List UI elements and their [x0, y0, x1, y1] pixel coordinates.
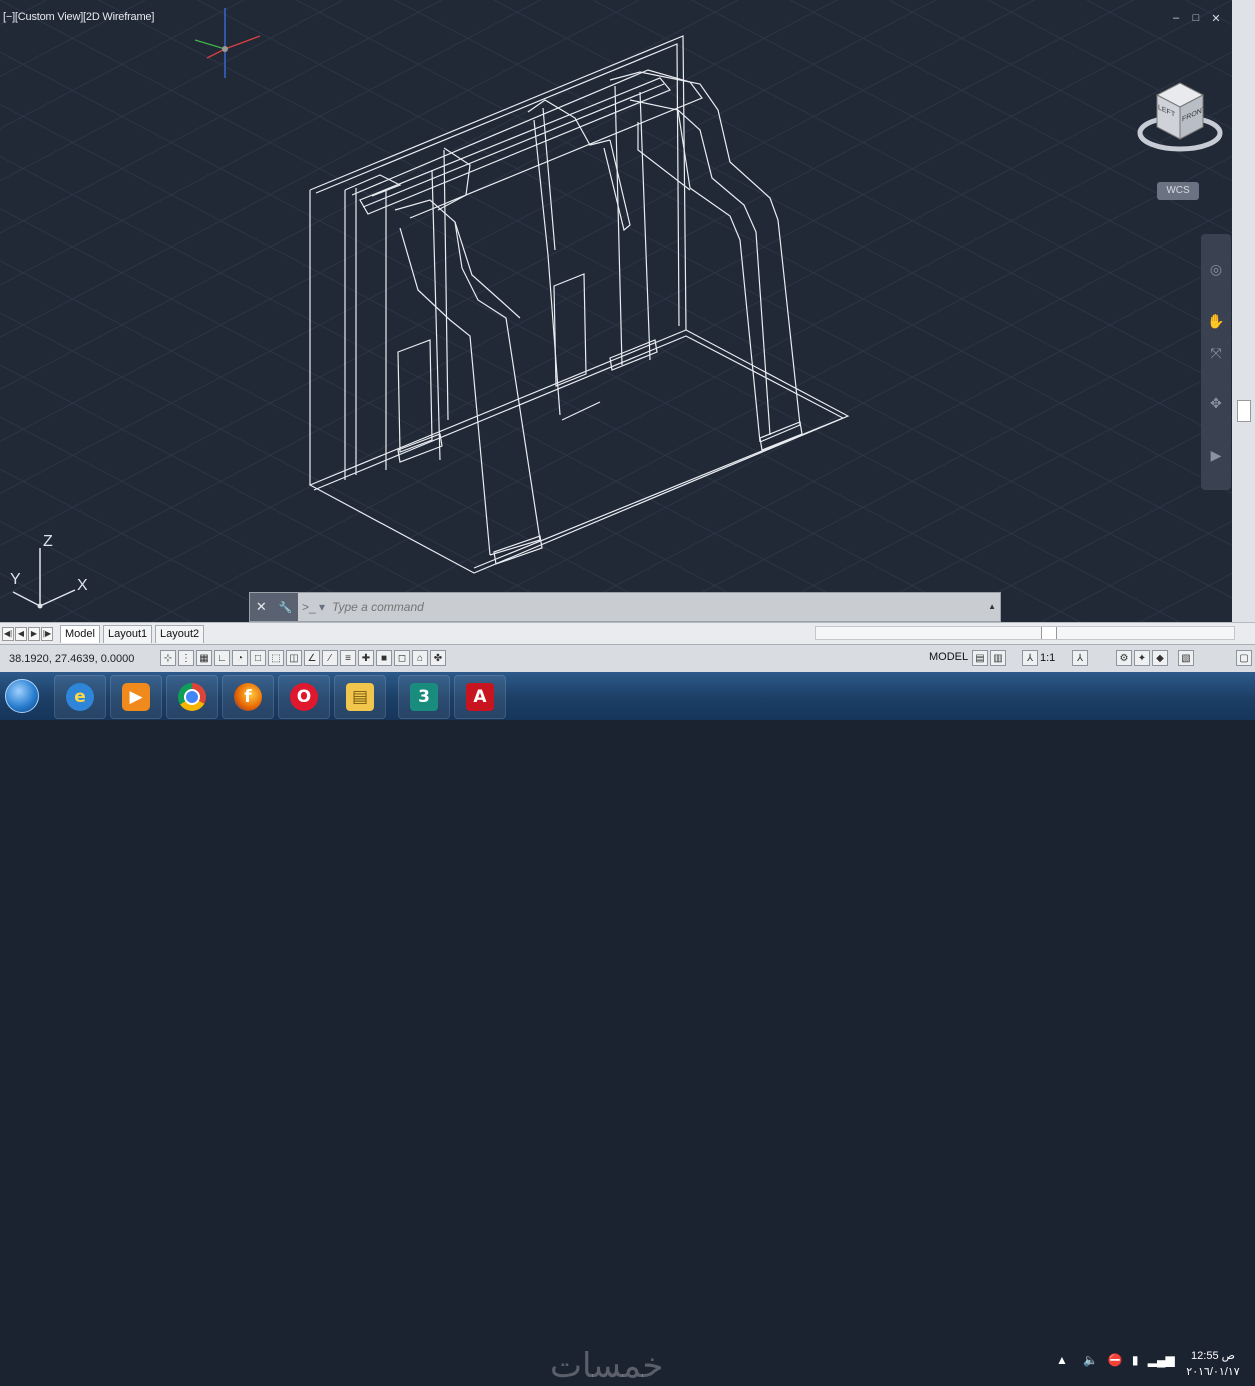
- minimize-icon[interactable]: ‒: [1170, 12, 1182, 25]
- start-button[interactable]: [2, 674, 42, 718]
- firefox-icon: f: [234, 683, 262, 711]
- wireframe-model[interactable]: [0, 0, 1232, 622]
- taskbar-firefox[interactable]: f: [222, 675, 274, 719]
- annotation-scale[interactable]: 1:1: [1040, 652, 1055, 664]
- horizontal-scrollbar[interactable]: [815, 626, 1235, 640]
- show-hidden-icons-icon[interactable]: ▲: [1056, 1353, 1068, 1367]
- polar-tracking-icon[interactable]: ◔: [232, 650, 248, 666]
- watermark-logo: خمسات: [550, 1346, 664, 1386]
- network-icon[interactable]: ▂▄▆: [1148, 1353, 1175, 1367]
- taskbar-clock[interactable]: 12:55 ص ٢٠١٦/٠١/١٧: [1180, 1348, 1246, 1380]
- prev-tab-button[interactable]: ◀: [15, 627, 27, 641]
- command-prompt-icon[interactable]: >_ ▾: [302, 593, 325, 621]
- command-close-icon[interactable]: ✕: [256, 599, 267, 615]
- antivirus-icon[interactable]: ⛔: [1108, 1353, 1123, 1367]
- taskbar-autocad[interactable]: A: [454, 675, 506, 719]
- tab-model[interactable]: Model: [60, 625, 100, 643]
- taskbar-3ds-max[interactable]: 3: [398, 675, 450, 719]
- drawing-quickview-icon[interactable]: ▥: [990, 650, 1006, 666]
- dynamic-ucs-icon[interactable]: ∠: [304, 650, 320, 666]
- object-tracking-icon[interactable]: ◫: [286, 650, 302, 666]
- windows-taskbar: e ▶ f O ▤ 3 A خمسات ▲ 🔈 ⛔ ▮ ▂▄▆ 12:55 ص …: [0, 672, 1255, 1386]
- ucs-x-label: X: [77, 577, 88, 594]
- command-input[interactable]: [332, 593, 972, 621]
- taskbar-media-player[interactable]: ▶: [110, 675, 162, 719]
- command-line: ✕ 🔧 >_ ▾ ▲: [249, 592, 1001, 622]
- gizmo-icon[interactable]: ✤: [430, 650, 446, 666]
- command-settings-icon[interactable]: 🔧: [278, 601, 292, 614]
- clock-date: ٢٠١٦/٠١/١٧: [1186, 1366, 1240, 1378]
- ucs-z-label: Z: [43, 533, 53, 550]
- snap-mode-icon[interactable]: ⋮: [178, 650, 194, 666]
- command-line-controls: ✕ 🔧: [250, 593, 298, 621]
- lock-ui-icon[interactable]: ✦: [1134, 650, 1150, 666]
- viewcube[interactable]: LEFT FRONT: [1135, 75, 1225, 165]
- tab-layout1[interactable]: Layout1: [103, 625, 153, 643]
- orbit-icon[interactable]: ✥: [1207, 394, 1225, 412]
- clean-screen-icon[interactable]: ▢: [1236, 650, 1252, 666]
- viewcube-icon: [1137, 82, 1223, 152]
- media-player-icon: ▶: [122, 683, 150, 711]
- isolate-objects-icon[interactable]: ◆: [1152, 650, 1168, 666]
- horizontal-scroll-thumb[interactable]: [1041, 627, 1057, 639]
- clock-time: 12:55 ص: [1191, 1350, 1235, 1362]
- model-space-button[interactable]: MODEL: [929, 651, 968, 663]
- power-icon[interactable]: ▮: [1132, 1353, 1139, 1367]
- command-history-arrow-icon[interactable]: ▲: [988, 593, 996, 621]
- ucs-crosshair-icon: [194, 8, 261, 78]
- selection-cycling-icon[interactable]: ◻: [394, 650, 410, 666]
- viewport-window-controls: ‒ □ ✕: [1170, 12, 1222, 25]
- restore-icon[interactable]: □: [1190, 12, 1202, 25]
- transparency-icon[interactable]: ✚: [358, 650, 374, 666]
- autocad-icon: A: [466, 683, 494, 711]
- dynamic-input-icon[interactable]: ⁄: [322, 650, 338, 666]
- steering-wheel-icon[interactable]: ◎: [1207, 260, 1225, 278]
- taskbar-internet-explorer[interactable]: e: [54, 675, 106, 719]
- taskbar-file-manager[interactable]: ▤: [334, 675, 386, 719]
- viewport-controls-label[interactable]: [−][Custom View][2D Wireframe]: [3, 11, 154, 23]
- opera-icon: O: [290, 683, 318, 711]
- object-snap-3d-icon[interactable]: ⬚: [268, 650, 284, 666]
- workspace-switch-icon[interactable]: ⚙: [1116, 650, 1132, 666]
- auto-scale-icon[interactable]: ⅄: [1072, 650, 1088, 666]
- infer-constraints-icon[interactable]: ⊹: [160, 650, 176, 666]
- pan-hand-icon[interactable]: ✋: [1207, 312, 1225, 330]
- system-tray: ▲ 🔈 ⛔ ▮ ▂▄▆: [1056, 1353, 1175, 1367]
- showmotion-icon[interactable]: ▶: [1207, 446, 1225, 464]
- zoom-icon[interactable]: ⤧: [1207, 344, 1225, 362]
- annotation-visibility-icon[interactable]: ⅄: [1022, 650, 1038, 666]
- object-snap-icon[interactable]: □: [250, 650, 266, 666]
- vertical-scroll-thumb[interactable]: [1237, 400, 1251, 422]
- ucs-y-label: Y: [10, 571, 21, 588]
- status-bar: 38.1920, 27.4639, 0.0000 ⊹ ⋮ ▦ ∟ ◔ □ ⬚ ◫…: [0, 644, 1255, 673]
- internet-explorer-icon: e: [66, 683, 94, 711]
- chrome-icon: [178, 683, 206, 711]
- drawing-viewport[interactable]: [−][Custom View][2D Wireframe] ‒ □ ✕ LEF…: [0, 0, 1232, 622]
- next-tab-button[interactable]: ▶: [28, 627, 40, 641]
- last-tab-button[interactable]: |▶: [41, 627, 53, 641]
- annotation-monitor-icon[interactable]: ⌂: [412, 650, 428, 666]
- lineweight-icon[interactable]: ≡: [340, 650, 356, 666]
- volume-icon[interactable]: 🔈: [1083, 1353, 1098, 1367]
- close-icon[interactable]: ✕: [1210, 12, 1222, 25]
- windows-logo-icon: [5, 679, 39, 713]
- navigation-bar: ◎ ✋ ⤧ ✥ ▶: [1201, 234, 1231, 490]
- layout-quickview-icon[interactable]: ▤: [972, 650, 988, 666]
- folder-icon: ▤: [346, 683, 374, 711]
- vertical-scrollbar[interactable]: [1232, 0, 1255, 622]
- autodesk-3ds-icon: 3: [410, 683, 438, 711]
- taskbar-opera[interactable]: O: [278, 675, 330, 719]
- ortho-mode-icon[interactable]: ∟: [214, 650, 230, 666]
- quick-properties-icon[interactable]: ■: [376, 650, 392, 666]
- coordinate-readout[interactable]: 38.1920, 27.4639, 0.0000: [9, 653, 134, 665]
- hardware-acceleration-icon[interactable]: ▧: [1178, 650, 1194, 666]
- first-tab-button[interactable]: ◀|: [2, 627, 14, 641]
- taskbar-chrome[interactable]: [166, 675, 218, 719]
- ucs-icon: Z Y X: [10, 533, 88, 609]
- tab-layout2[interactable]: Layout2: [155, 625, 205, 643]
- grid-display-icon[interactable]: ▦: [196, 650, 212, 666]
- wcs-menu[interactable]: WCS: [1157, 182, 1199, 200]
